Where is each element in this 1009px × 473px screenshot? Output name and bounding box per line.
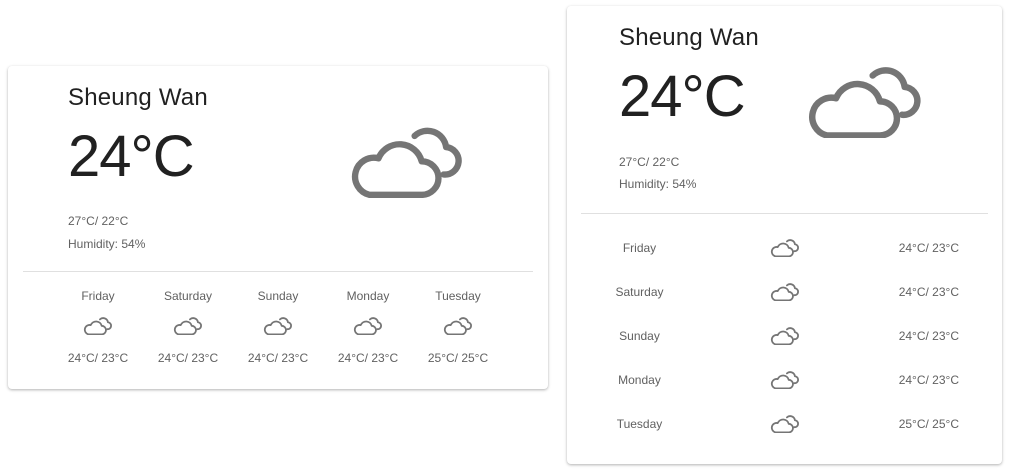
humidity: Humidity: 54%: [68, 237, 146, 251]
cloudy-icon: [233, 315, 323, 339]
forecast-temperature-range: 24°C/ 23°C: [337, 351, 399, 365]
cloudy-icon: [770, 413, 801, 438]
cloudy-icon: [770, 281, 801, 306]
forecast-day-saturday: Saturday 24°C/ 23°C: [143, 289, 233, 365]
forecast-day-tuesday: Tuesday 25°C/ 25°C: [413, 289, 503, 365]
cloudy-icon: [770, 325, 801, 350]
forecast-day-name: Monday: [346, 289, 390, 303]
cloudy-icon: [348, 118, 470, 203]
forecast-row-saturday: Saturday 24°C/ 23°C: [581, 281, 987, 305]
forecast-day-monday: Monday 24°C/ 23°C: [323, 289, 413, 365]
forecast-row-friday: Friday 24°C/ 23°C: [581, 237, 987, 261]
forecast-day-name: Monday: [618, 373, 661, 387]
forecast-temperature-range: 24°C/ 23°C: [157, 351, 219, 365]
forecast-temperature-range: 24°C/ 23°C: [898, 373, 959, 387]
forecast-day-name: Sunday: [257, 289, 299, 303]
weather-card-vertical: Sheung Wan 24°C 27°C/ 22°C Humidity: 54%…: [567, 6, 1002, 464]
forecast-day-name: Tuesday: [435, 289, 481, 303]
city-name: Sheung Wan: [68, 84, 208, 111]
forecast-day-name: Saturday: [615, 285, 664, 299]
forecast-row-tuesday: Tuesday 25°C/ 25°C: [581, 413, 987, 437]
weather-card-horizontal: Sheung Wan 24°C 27°C/ 22°C Humidity: 54%…: [8, 66, 548, 389]
current-temperature: 24°C: [68, 124, 195, 189]
current-temperature: 24°C: [619, 64, 746, 129]
forecast-row-monday: Monday 24°C/ 23°C: [581, 369, 987, 393]
forecast-day-sunday: Sunday 24°C/ 23°C: [233, 289, 323, 365]
cloudy-icon: [805, 58, 929, 143]
cloudy-icon: [413, 315, 503, 339]
forecast-day-name: Tuesday: [616, 417, 663, 431]
high-low-temperature: 27°C/ 22°C: [619, 155, 680, 169]
forecast-day-name: Sunday: [619, 329, 660, 343]
cloudy-icon: [323, 315, 413, 339]
humidity: Humidity: 54%: [619, 177, 697, 191]
forecast-day-name: Friday: [81, 289, 115, 303]
forecast-day-friday: Friday 24°C/ 23°C: [53, 289, 143, 365]
forecast-temperature-range: 24°C/ 23°C: [898, 329, 959, 343]
forecast-temperature-range: 24°C/ 23°C: [898, 241, 959, 255]
divider: [581, 213, 988, 214]
forecast-temperature-range: 24°C/ 23°C: [247, 351, 309, 365]
cloudy-icon: [770, 369, 801, 394]
forecast-temperature-range: 25°C/ 25°C: [427, 351, 489, 365]
forecast-temperature-range: 24°C/ 23°C: [898, 285, 959, 299]
divider: [23, 271, 533, 272]
cloudy-icon: [53, 315, 143, 339]
cloudy-icon: [143, 315, 233, 339]
forecast-row-sunday: Sunday 24°C/ 23°C: [581, 325, 987, 349]
forecast-temperature-range: 24°C/ 23°C: [67, 351, 129, 365]
weather-cards-stage: Sheung Wan 24°C 27°C/ 22°C Humidity: 54%…: [0, 0, 1009, 473]
high-low-temperature: 27°C/ 22°C: [68, 214, 129, 228]
forecast-day-name: Saturday: [163, 289, 213, 303]
city-name: Sheung Wan: [619, 24, 759, 51]
cloudy-icon: [770, 237, 801, 262]
forecast-day-name: Friday: [622, 241, 657, 255]
forecast-temperature-range: 25°C/ 25°C: [898, 417, 959, 431]
